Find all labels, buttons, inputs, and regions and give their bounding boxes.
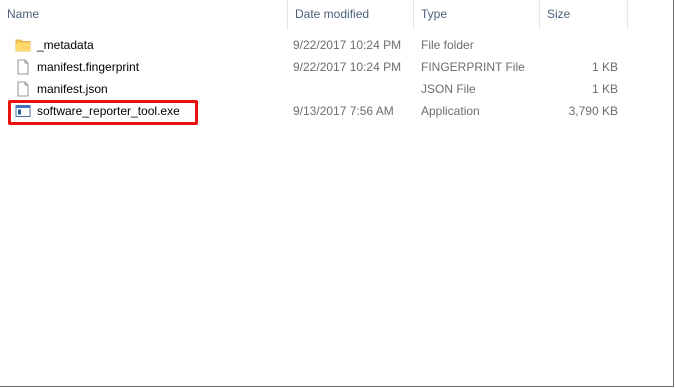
file-icon bbox=[17, 81, 29, 97]
column-header-type[interactable]: Type bbox=[414, 0, 540, 30]
column-header-name[interactable]: Name bbox=[0, 0, 288, 30]
file-date-modified: 9/13/2017 7:56 AM bbox=[293, 104, 394, 118]
file-date-modified: 9/22/2017 10:24 PM bbox=[293, 60, 402, 74]
file-type: File folder bbox=[421, 38, 474, 52]
column-header-date-label: Date modified bbox=[295, 7, 370, 21]
file-icon bbox=[17, 59, 29, 75]
file-name: manifest.json bbox=[37, 82, 108, 96]
file-size: 1 KB bbox=[591, 60, 618, 74]
highlight-box bbox=[8, 100, 198, 125]
folder-icon bbox=[15, 39, 31, 52]
file-row[interactable]: _metadata 9/22/2017 10:24 PM File folder bbox=[0, 34, 628, 56]
file-name: _metadata bbox=[37, 38, 94, 52]
column-header-name-label: Name bbox=[7, 7, 40, 21]
file-type: Application bbox=[421, 104, 480, 118]
file-size bbox=[540, 34, 618, 56]
column-header-date-modified[interactable]: Date modified bbox=[288, 0, 414, 30]
file-name: manifest.fingerprint bbox=[37, 60, 140, 74]
file-type: FINGERPRINT File bbox=[421, 60, 525, 74]
file-date-modified: 9/22/2017 10:24 PM bbox=[293, 38, 402, 52]
column-header-size[interactable]: Size bbox=[540, 0, 628, 30]
column-header-bar: Name Date modified Type Size bbox=[0, 0, 673, 30]
file-list-pane: Name Date modified Type Size _metadata 9… bbox=[0, 0, 674, 387]
file-row[interactable]: manifest.json JSON File 1 KB bbox=[0, 78, 628, 100]
column-header-size-label: Size bbox=[547, 7, 571, 21]
file-type: JSON File bbox=[421, 82, 476, 96]
file-row[interactable]: manifest.fingerprint 9/22/2017 10:24 PM … bbox=[0, 56, 628, 78]
file-size: 1 KB bbox=[591, 82, 618, 96]
file-size: 3,790 KB bbox=[568, 104, 618, 118]
column-header-type-label: Type bbox=[421, 7, 448, 21]
